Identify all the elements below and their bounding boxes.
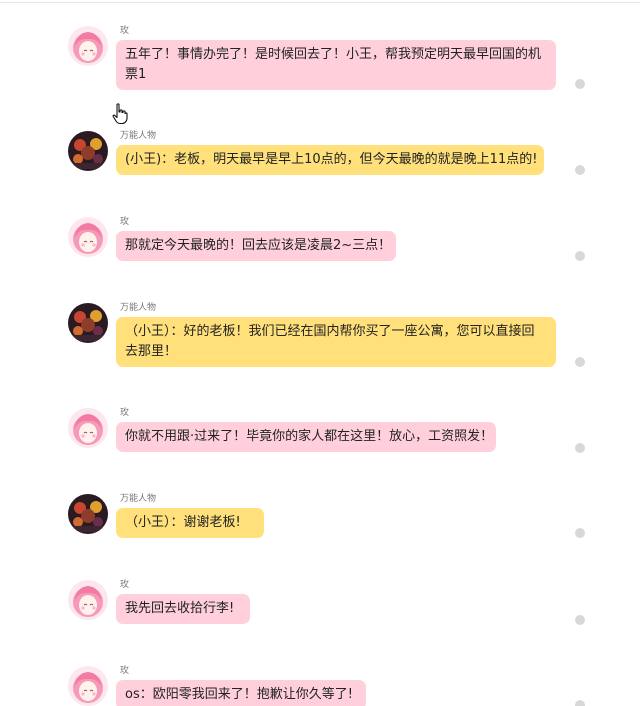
sender-name: 玫 xyxy=(120,666,130,676)
message-bubble: （小王）：谢谢老板! xyxy=(116,508,264,538)
message-status-dot[interactable] xyxy=(575,165,585,175)
character-group-avatar[interactable] xyxy=(68,303,108,343)
message-status-dot[interactable] xyxy=(575,443,585,453)
pink-hair-girl-avatar[interactable] xyxy=(68,408,108,448)
sender-name: 玫 xyxy=(120,26,130,36)
message-bubble: 我先回去收拾行李! xyxy=(116,594,250,624)
character-group-avatar[interactable] xyxy=(68,131,108,171)
message-bubble: (小王)：老板，明天最早是早上10点的，但今天最晚的就是晚上11点的! xyxy=(116,145,544,175)
hand-cursor-icon xyxy=(112,103,128,125)
message-status-dot[interactable] xyxy=(575,528,585,538)
message-status-dot[interactable] xyxy=(575,251,585,261)
message-bubble: （小王）：好的老板！我们已经在国内帮你买了一座公寓，您可以直接回去那里！ xyxy=(116,317,556,367)
pink-hair-girl-avatar[interactable] xyxy=(68,26,108,66)
message-status-dot[interactable] xyxy=(575,615,585,625)
sender-name: 万能人物 xyxy=(120,131,157,141)
character-group-avatar[interactable] xyxy=(68,494,108,534)
sender-name: 玫 xyxy=(120,408,130,418)
message-bubble: 你就不用跟·过来了！毕竟你的家人都在这里！放心，工资照发！ xyxy=(116,422,496,452)
message-status-dot[interactable] xyxy=(575,79,585,89)
pink-hair-girl-avatar[interactable] xyxy=(68,666,108,706)
message-status-dot[interactable] xyxy=(575,700,585,706)
sender-name: 玫 xyxy=(120,580,130,590)
message-bubble: 那就定今天最晚的！回去应该是凌晨2~三点！ xyxy=(116,231,396,261)
message-bubble: os：欧阳零我回来了！抱歉让你久等了! xyxy=(116,680,366,706)
pink-hair-girl-avatar[interactable] xyxy=(68,217,108,257)
sender-name: 万能人物 xyxy=(120,303,157,313)
message-status-dot[interactable] xyxy=(575,357,585,367)
message-bubble: 五年了！事情办完了！是时候回去了！小王，帮我预定明天最早回国的机票1 xyxy=(116,40,556,90)
pink-hair-girl-avatar[interactable] xyxy=(68,580,108,620)
top-divider xyxy=(0,2,640,3)
sender-name: 玫 xyxy=(120,217,130,227)
chat-page: 玫 五年了！事情办完了！是时候回去了！小王，帮我预定明天最早回国的机票1 万能人… xyxy=(0,0,640,706)
sender-name: 万能人物 xyxy=(120,494,157,504)
